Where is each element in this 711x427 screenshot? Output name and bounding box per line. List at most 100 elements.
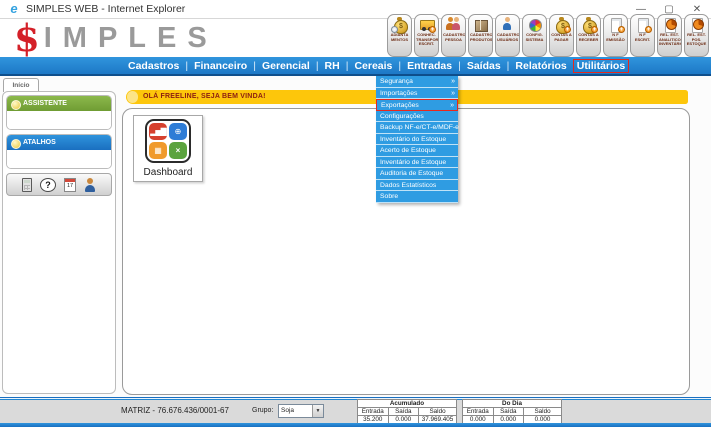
shortcut-toolbar: ADIANTA MENTOS CONHEC. TRANSPORTE ESCRIT… [387,14,709,57]
do-dia-table: Do Dia Entrada Saída Saldo 0.000 0.000 0… [462,399,562,424]
help-icon[interactable] [40,178,56,192]
people-icon [446,17,461,32]
globe-quadrant-icon: ⊕ [169,123,187,140]
col-header: Saída [494,408,525,415]
menu-relatorios[interactable]: Relatórios [515,60,566,72]
menu-saidas[interactable]: Saídas [467,60,501,72]
assistente-header[interactable]: ASSISTENTE [7,96,111,111]
product-box-icon [473,17,488,32]
menu-item-exportacoes[interactable]: Exportações» [376,99,458,111]
shortcut-cadastro-usuarios[interactable]: CADASTRO USUÁRIOS [495,14,520,57]
shortcut-config-sistema[interactable]: CONFIG. SISTEMA [522,14,547,57]
menu-separator: | [398,60,401,72]
report-pie-icon [662,17,677,32]
submenu-arrow-icon: » [451,88,455,100]
assistente-body [7,111,111,129]
header: $ IMPLES ADIANTA MENTOS CONHEC. TRANSPOR… [0,19,711,57]
menu-item-acerto-de-estoque[interactable]: Acerto de Estoque [376,145,458,157]
menu-separator: | [253,60,256,72]
menu-separator: | [458,60,461,72]
chevron-down-icon: ▼ [312,405,323,417]
assistente-panel: ASSISTENTE [6,95,112,130]
close-button[interactable]: ✕ [683,4,711,15]
menu-item-seguranca[interactable]: Segurança» [376,76,458,88]
palette-icon [527,17,542,32]
menu-separator: | [185,60,188,72]
menu-separator: | [316,60,319,72]
calendar-day: 17 [65,182,75,191]
menu-cadastros[interactable]: Cadastros [128,60,179,72]
menu-cereais[interactable]: Cereais [354,60,392,72]
shortcut-cadastro-pessoa[interactable]: CADASTRO PESSOA [441,14,466,57]
user-icon[interactable] [84,178,96,192]
menu-financeiro[interactable]: Financeiro [194,60,247,72]
document-plus-icon [608,17,623,32]
menu-entradas[interactable]: Entradas [407,60,452,72]
menu-item-auditoria-de-estoque[interactable]: Auditoria de Estoque [376,168,458,180]
shortcut-cadastro-produtos[interactable]: CADASTRO PRODUTOS [468,14,493,57]
shortcut-nf-escrit[interactable]: N F ESCRIT. [630,14,655,57]
document-plus-icon [635,17,650,32]
welcome-text: OLÁ FREELINE, SEJA BEM VINDA! [143,90,266,104]
col-header: Saldo [419,408,456,415]
dashboard-icon: ▂▅▇ ⊕ ▦ × [145,119,191,163]
bottom-accent-line [0,423,711,427]
menu-item-importacoes[interactable]: Importações» [376,88,458,100]
atalhos-header[interactable]: ATALHOS [7,135,111,150]
col-header: Saldo [524,408,561,415]
shortcut-contas-a-pagar[interactable]: CONTAS A PAGAR [549,14,574,57]
tools-quadrant-icon: × [169,142,187,159]
maximize-button[interactable]: ▢ [655,4,683,15]
window-title: SIMPLES WEB - Internet Explorer [26,3,185,15]
do-dia-title: Do Dia [463,400,561,408]
shortcut-nf-emissao[interactable]: N F EMISSÃO [603,14,628,57]
submenu-arrow-icon: » [451,76,455,88]
col-header: Saída [389,408,420,415]
atalhos-body [7,150,111,168]
shortcut-contas-a-receber[interactable]: CONTAS A RECEBER [576,14,601,57]
group-select-value: Soja [281,405,294,417]
col-header: Entrada [463,408,494,415]
menu-utilitarios[interactable]: Utilitários [573,59,629,73]
group-select[interactable]: Soja ▼ [278,404,324,418]
truck-icon [419,17,434,32]
internet-explorer-icon: e [7,2,21,16]
simples-logo: $ IMPLES [14,21,218,55]
menu-item-configuracoes[interactable]: Configurações [376,111,458,123]
sidebar-quick-iconbar: 17 [6,173,112,196]
menu-item-dados-estatisticos[interactable]: Dados Estatísticos [376,180,458,192]
dashboard-tile-label: Dashboard [134,167,202,178]
report-pie-icon [689,17,704,32]
dollar-logo-glyph: $ [14,21,40,55]
user-icon [500,17,515,32]
menu-bar: Cadastros | Financeiro | Gerencial | RH … [0,57,711,76]
shortcut-rel-est-pos-estoque[interactable]: REL. EST. POS. ESTOQUE [684,14,709,57]
money-bag-clock-icon [392,17,407,32]
menu-separator: | [507,60,510,72]
dashboard-tile[interactable]: ▂▅▇ ⊕ ▦ × Dashboard [133,115,203,182]
utilitarios-dropdown: Segurança» Importações» Exportações» Con… [376,76,458,203]
menu-item-backup-nfe-cte-mdfe[interactable]: Backup NF-e/CT-e/MDF-e [376,122,458,134]
acumulado-title: Acumulado [358,400,456,408]
calculator-icon[interactable] [22,178,32,192]
group-label: Grupo: [252,407,273,414]
menu-item-sobre[interactable]: Sobre [376,191,458,203]
col-header: Entrada [358,408,389,415]
shortcut-adiantamentos[interactable]: ADIANTA MENTOS [387,14,412,57]
menu-rh[interactable]: RH [325,60,340,72]
money-bag-plus-icon [581,17,596,32]
app-window: e SIMPLES WEB - Internet Explorer — ▢ ✕ … [0,0,711,427]
calendar-icon[interactable]: 17 [64,178,76,192]
bar-chart-quadrant-icon: ▂▅▇ [149,123,167,140]
menu-item-inventario-de-estoque[interactable]: Inventário de Estoque [376,157,458,169]
logo-text: IMPLES [44,21,218,55]
minimize-button[interactable]: — [627,4,655,15]
menu-gerencial[interactable]: Gerencial [262,60,310,72]
sidebar: ASSISTENTE ATALHOS 17 [2,91,116,394]
tab-inicio[interactable]: Início [3,78,39,92]
menu-item-inventario-do-estoque[interactable]: Inventário do Estoque [376,134,458,146]
acumulado-table: Acumulado Entrada Saída Saldo 35.200 0.0… [357,399,457,424]
atalhos-panel: ATALHOS [6,134,112,169]
shortcut-conhec-transporte[interactable]: CONHEC. TRANSPORTE ESCRIT. [414,14,439,57]
shortcut-rel-est-analitico[interactable]: REL. EST. ANALITICO INVENTÁRIO [657,14,682,57]
